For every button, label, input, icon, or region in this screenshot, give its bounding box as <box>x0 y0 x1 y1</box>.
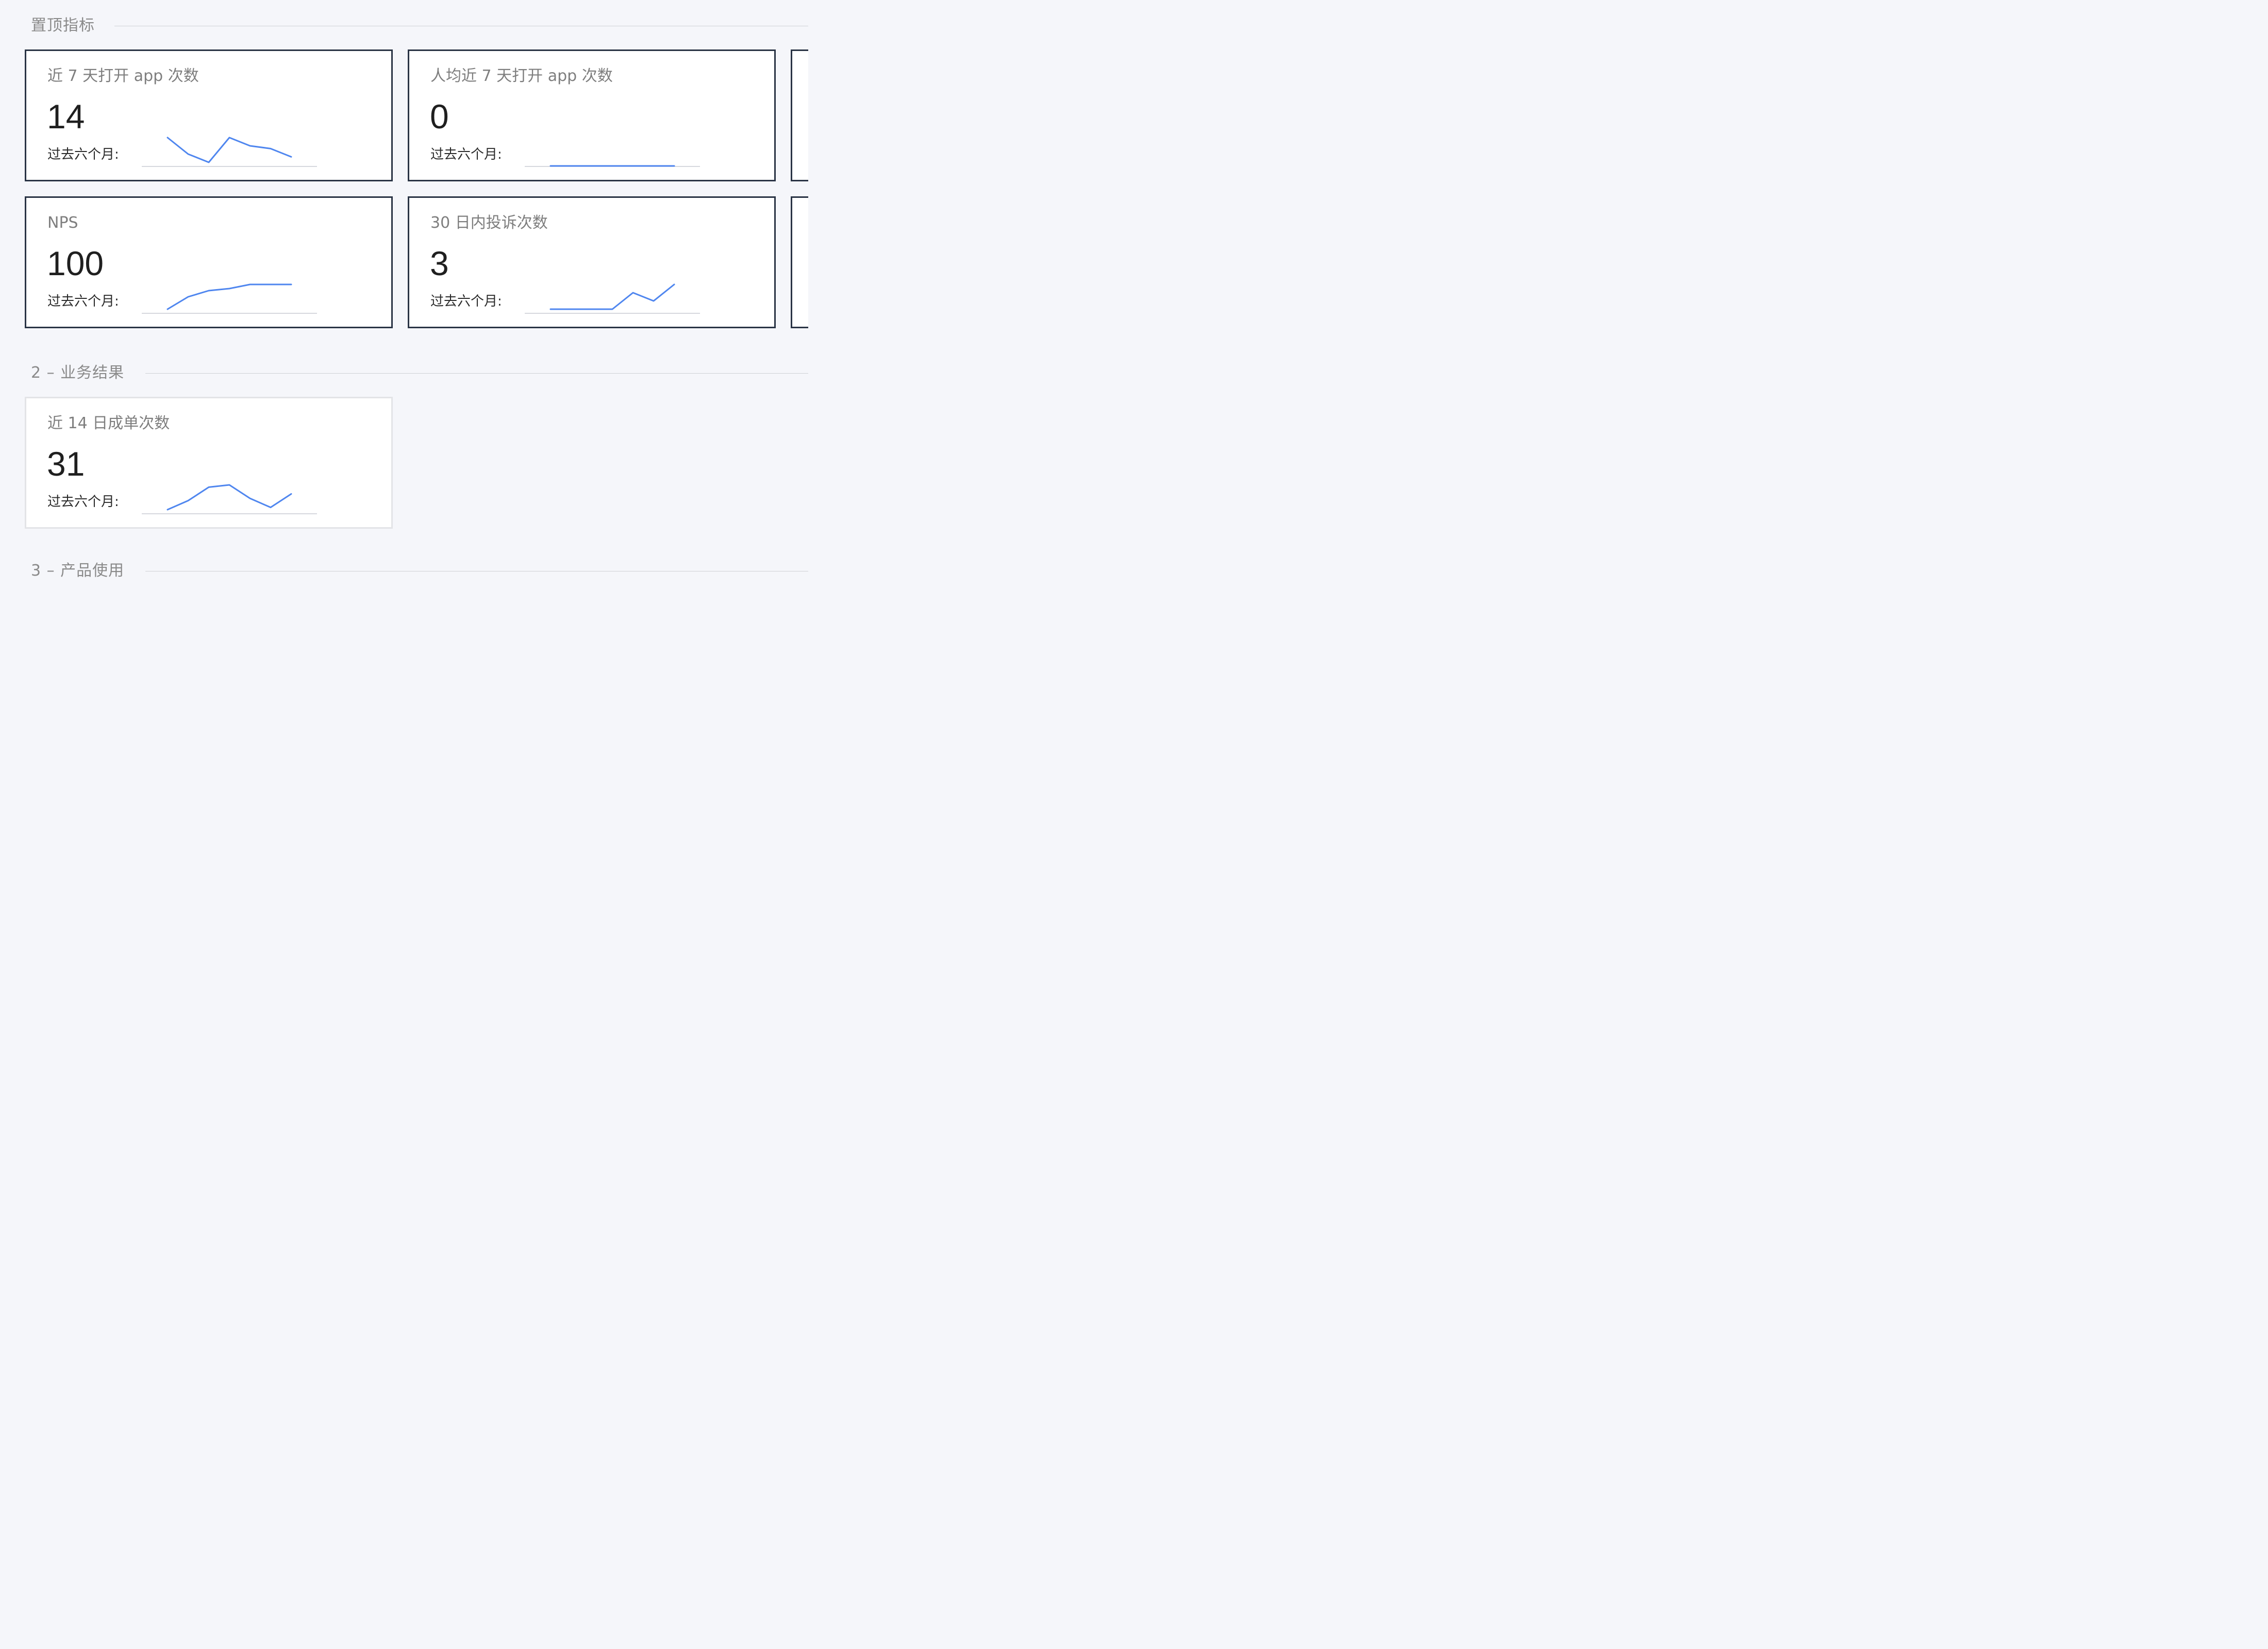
card-value: 31 <box>47 445 85 483</box>
card-value: 3 <box>430 244 449 282</box>
dashboard: 置顶指标 近 7 天打开 app 次数 14 过去六个月: 人均近 7 天打开 … <box>0 0 808 587</box>
card-period-label: 过去六个月: <box>47 147 119 162</box>
metric-card-nps[interactable]: NPS 100 过去六个月: <box>25 196 393 328</box>
card-period-label: 过去六个月: <box>47 494 119 510</box>
card-title: 近 7 天打开 app 次数 <box>47 67 199 85</box>
sparkline-chart <box>525 165 700 167</box>
sparkline-trend-line <box>549 283 675 310</box>
sparkline-chart <box>142 137 317 167</box>
card-period-label: 过去六个月: <box>430 147 502 162</box>
card-value: 0 <box>430 97 449 136</box>
metric-card-app-opens[interactable]: 近 7 天打开 app 次数 14 过去六个月: <box>25 49 393 181</box>
card-period-label: 过去六个月: <box>430 294 502 309</box>
sparkline-chart <box>142 484 317 514</box>
card-value: 14 <box>47 97 85 136</box>
section-title-product-usage: 3 – 产品使用 <box>31 562 125 580</box>
section-divider <box>145 373 808 374</box>
metric-card-partial[interactable] <box>791 49 808 181</box>
metric-card-orders[interactable]: 近 14 日成单次数 31 过去六个月: <box>25 397 393 529</box>
card-value: 100 <box>47 244 104 282</box>
sparkline-chart <box>142 283 317 314</box>
card-period-label: 过去六个月: <box>47 294 119 309</box>
sparkline-chart <box>525 283 700 314</box>
card-title: 人均近 7 天打开 app 次数 <box>430 67 613 85</box>
metric-card-avg-app-opens[interactable]: 人均近 7 天打开 app 次数 0 过去六个月: <box>408 49 776 181</box>
sparkline-trend-line <box>166 484 292 511</box>
sparkline-trend-line <box>166 137 292 163</box>
card-title: 30 日内投诉次数 <box>430 214 548 232</box>
card-title: NPS <box>47 214 78 232</box>
card-title: 近 14 日成单次数 <box>47 414 170 432</box>
section-title-business-results: 2 – 业务结果 <box>31 364 125 382</box>
metric-card-complaints[interactable]: 30 日内投诉次数 3 过去六个月: <box>408 196 776 328</box>
section-title-pinned: 置顶指标 <box>31 16 95 35</box>
sparkline-trend-line <box>166 283 292 310</box>
metric-card-partial[interactable] <box>791 196 808 328</box>
